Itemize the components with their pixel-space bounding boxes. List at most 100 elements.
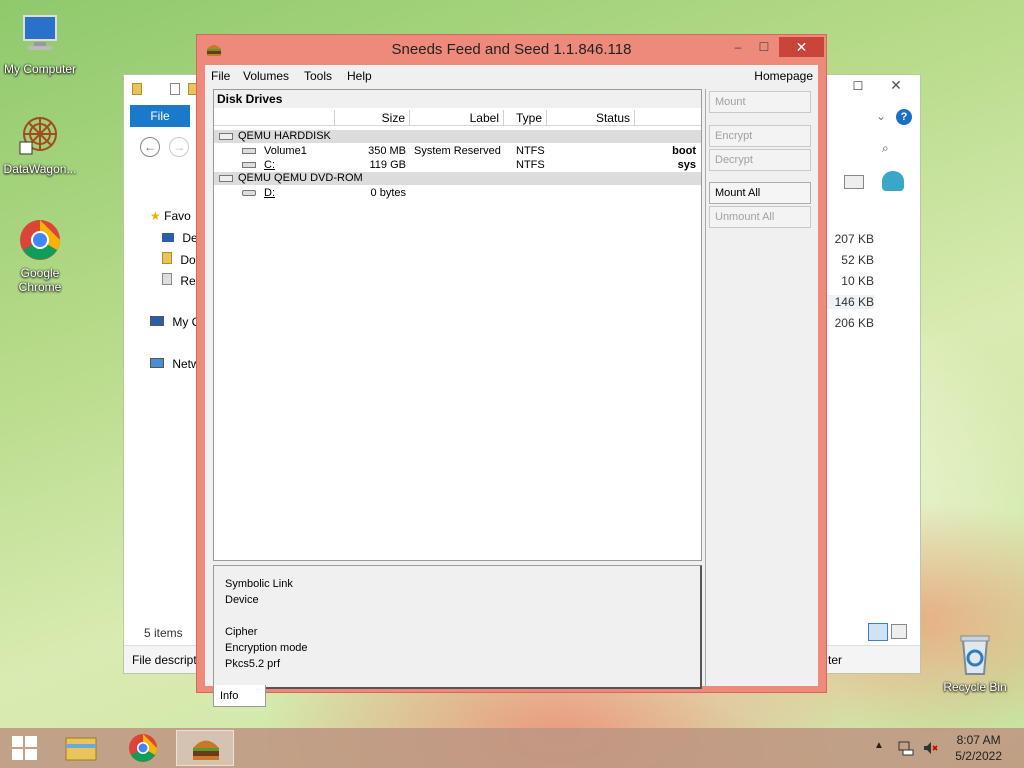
close-icon: ✕	[890, 77, 902, 93]
nav-label: Favo	[164, 209, 191, 223]
taskbar-chrome[interactable]	[114, 730, 172, 766]
desktop-icon-label: DataWagon...	[3, 162, 77, 176]
forward-button[interactable]: →	[169, 137, 189, 157]
volume-icon	[242, 148, 256, 154]
drive-group-row[interactable]: QEMU HARDDISK	[214, 130, 701, 143]
unmount-all-button[interactable]: Unmount All	[709, 206, 811, 228]
column-size[interactable]: Size	[335, 110, 410, 126]
back-button[interactable]: ←	[140, 137, 160, 157]
minimize-button[interactable]: –	[725, 37, 751, 57]
menu-bar: File Volumes Tools Help Homepage	[205, 65, 818, 87]
system-clock[interactable]: 8:07 AM 5/2/2022	[955, 732, 1002, 764]
recycle-bin-icon	[951, 630, 999, 678]
preview-pane-icon[interactable]	[844, 175, 864, 189]
tab-info[interactable]: Info	[213, 685, 266, 707]
start-button[interactable]	[0, 728, 48, 768]
info-prf: Pkcs5.2 prf	[225, 658, 281, 670]
search-icon[interactable]: ⌕	[882, 141, 889, 156]
volume-name: Volume1	[264, 145, 307, 157]
nav-documents[interactable]: Do	[162, 252, 196, 267]
taskbar-sneeds-feed-and-seed[interactable]	[176, 730, 234, 766]
nav-desktop[interactable]: De	[162, 231, 198, 245]
volume-type: NTFS	[516, 145, 545, 157]
properties-icon[interactable]	[170, 83, 180, 95]
computer-icon	[150, 316, 164, 326]
network-icon[interactable]	[898, 740, 914, 756]
app-body: File Volumes Tools Help Homepage Disk Dr…	[205, 65, 818, 707]
volume-name: D:	[264, 187, 275, 199]
disk-drives-header: Disk Drives	[214, 90, 701, 108]
maximize-button[interactable]: ☐	[751, 37, 777, 57]
decrypt-button[interactable]: Decrypt	[709, 149, 811, 171]
status-description-right: ter	[828, 653, 843, 667]
drive-group-row[interactable]: QEMU QEMU DVD-ROM	[214, 172, 701, 185]
volume-label: System Reserved	[414, 145, 501, 157]
column-name[interactable]	[214, 110, 335, 126]
nav-label: Re	[180, 274, 196, 288]
help-icon[interactable]: ?	[896, 109, 912, 125]
close-icon: ✕	[795, 39, 808, 55]
column-type[interactable]: Type	[504, 110, 547, 126]
status-item-count: 5 items	[144, 626, 183, 640]
menu-file[interactable]: File	[211, 69, 230, 83]
folder-icon	[65, 737, 97, 761]
shell-icon	[882, 171, 904, 191]
encrypt-button[interactable]: Encrypt	[709, 125, 811, 147]
info-device: Device	[225, 594, 259, 606]
maximize-button[interactable]: ☐	[848, 79, 868, 93]
minimize-icon: –	[734, 40, 742, 54]
desktop-icon-recycle-bin[interactable]: Recycle Bin	[935, 630, 1015, 694]
desktop-icon-label: My Computer	[3, 62, 77, 76]
column-label[interactable]: Label	[410, 110, 504, 126]
desktop-icon-my-computer[interactable]: My Computer	[0, 12, 80, 76]
chevron-down-icon[interactable]: ⌄	[876, 109, 886, 123]
info-encryption-mode: Encryption mode	[225, 642, 308, 654]
menu-tools[interactable]: Tools	[304, 69, 332, 83]
column-status[interactable]: Status	[547, 110, 635, 126]
details-view-button[interactable]	[868, 623, 888, 641]
nav-favorites[interactable]: ★ Favo	[150, 209, 191, 223]
nav-network[interactable]: Netw	[150, 357, 200, 371]
volume-size: 119 GB	[369, 159, 407, 171]
info-panel: Symbolic Link Device Cipher Encryption m…	[213, 565, 702, 689]
menu-help[interactable]: Help	[347, 69, 372, 83]
volume-row[interactable]: Volume1 350 MB System Reserved NTFS boot	[214, 144, 701, 158]
harddisk-icon	[219, 133, 233, 140]
desktop-icon	[162, 233, 174, 242]
volume-row[interactable]: D: 0 bytes	[214, 186, 701, 200]
status-description-text: File descript	[132, 653, 197, 667]
mount-button[interactable]: Mount	[709, 91, 811, 113]
taskbar-file-explorer[interactable]	[52, 730, 110, 766]
desktop-icon-datawagon[interactable]: DataWagon...	[0, 112, 80, 176]
app-window[interactable]: Sneeds Feed and Seed 1.1.846.118 – ☐ ✕ F…	[196, 34, 827, 707]
harddisk-icon	[219, 175, 233, 182]
folder-icon	[132, 83, 142, 95]
arrow-left-icon: ←	[144, 140, 156, 154]
volume-size: 350 MB	[368, 145, 406, 157]
menu-homepage[interactable]: Homepage	[754, 69, 813, 83]
desktop-icon-label: Google Chrome	[18, 266, 62, 294]
panel-divider	[705, 89, 706, 687]
desktop-icon-google-chrome[interactable]: Google Chrome	[0, 216, 80, 294]
chrome-icon	[129, 734, 157, 762]
info-symbolic-link: Symbolic Link	[225, 578, 293, 590]
arrow-right-icon: →	[173, 140, 185, 154]
datawagon-icon	[16, 112, 64, 160]
file-tab[interactable]: File	[130, 105, 190, 127]
show-hidden-icons-button[interactable]: ▲	[874, 740, 890, 756]
large-icons-view-button[interactable]	[891, 624, 907, 639]
nav-recent[interactable]: Re	[162, 273, 196, 288]
volume-status: sys	[677, 159, 696, 171]
optical-drive-icon	[242, 190, 256, 196]
clock-date: 5/2/2022	[955, 749, 1002, 763]
taskbar: ▲ 8:07 AM 5/2/2022	[0, 728, 1024, 768]
menu-volumes[interactable]: Volumes	[243, 69, 289, 83]
nav-my-computer[interactable]: My C	[150, 315, 200, 329]
close-button[interactable]: ✕	[876, 77, 916, 94]
desktop-icon-label: Recycle Bin	[943, 680, 1007, 694]
volume-row[interactable]: C: 119 GB NTFS sys	[214, 158, 701, 172]
volume-muted-icon[interactable]	[922, 740, 938, 756]
close-button[interactable]: ✕	[779, 37, 824, 57]
network-icon	[150, 358, 164, 368]
mount-all-button[interactable]: Mount All	[709, 182, 811, 204]
